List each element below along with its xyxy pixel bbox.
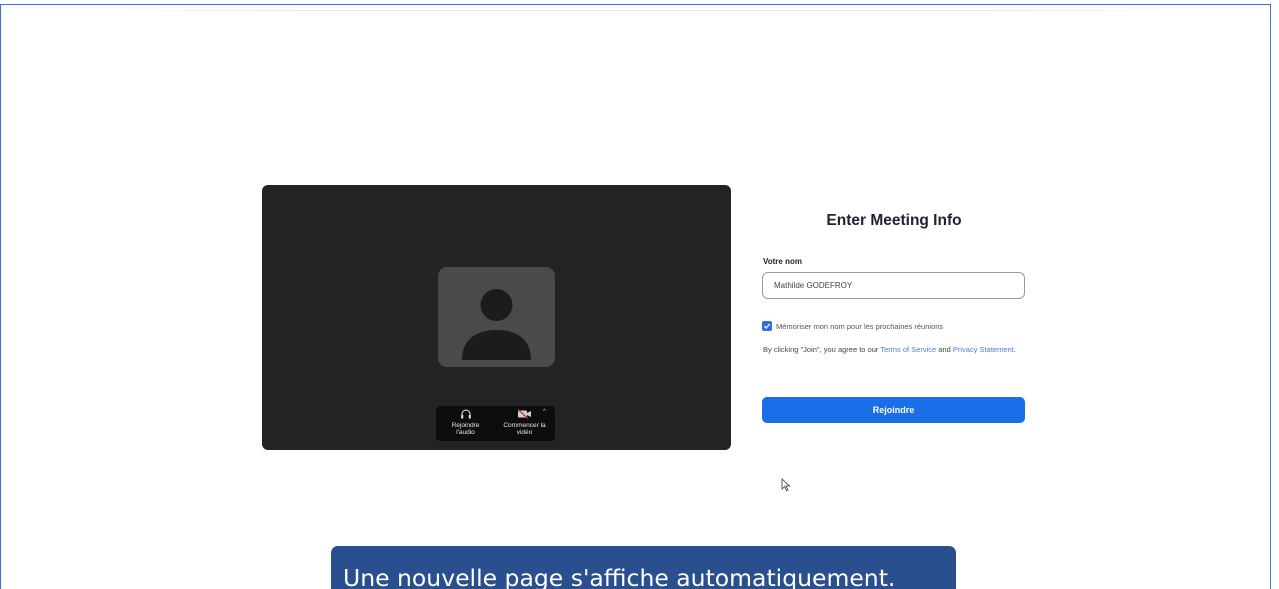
legal-prefix: By clicking "Join", you agree to our: [763, 345, 881, 354]
start-video-button[interactable]: ^ Commencer la vidéo: [495, 406, 554, 441]
video-camera-off-icon: [517, 408, 533, 420]
top-divider: [80, 10, 1210, 11]
preview-controls: Rejoindre l'audio ^ Commencer la vidéo: [436, 406, 555, 441]
mouse-pointer-icon: [781, 478, 791, 497]
remember-name-checkbox[interactable]: [762, 321, 772, 331]
join-button[interactable]: Rejoindre: [762, 397, 1025, 423]
name-label: Votre nom: [763, 257, 802, 266]
legal-suffix: .: [1013, 345, 1016, 354]
join-audio-button[interactable]: Rejoindre l'audio: [436, 406, 495, 441]
person-silhouette-icon: [438, 267, 555, 367]
remember-name-row: Mémoriser mon nom pour les prochaines ré…: [762, 320, 943, 332]
video-preview: Rejoindre l'audio ^ Commencer la vidéo: [262, 185, 731, 450]
remember-name-label: Mémoriser mon nom pour les prochaines ré…: [776, 321, 944, 331]
terms-of-service-link[interactable]: Terms of Service: [880, 345, 936, 354]
start-video-label: Commencer la vidéo: [503, 422, 546, 436]
privacy-statement-link[interactable]: Privacy Statement: [953, 345, 1014, 354]
form-title: Enter Meeting Info: [826, 212, 962, 229]
subtitle-banner: Une nouvelle page s'affiche automatiquem…: [331, 546, 956, 589]
name-input[interactable]: [762, 272, 1025, 299]
headphones-icon: [460, 408, 472, 420]
legal-and: and: [936, 345, 953, 354]
caret-up-icon[interactable]: ^: [543, 409, 546, 415]
join-audio-label: Rejoindre l'audio: [451, 422, 480, 436]
legal-text: By clicking "Join", you agree to our Ter…: [763, 344, 1025, 355]
